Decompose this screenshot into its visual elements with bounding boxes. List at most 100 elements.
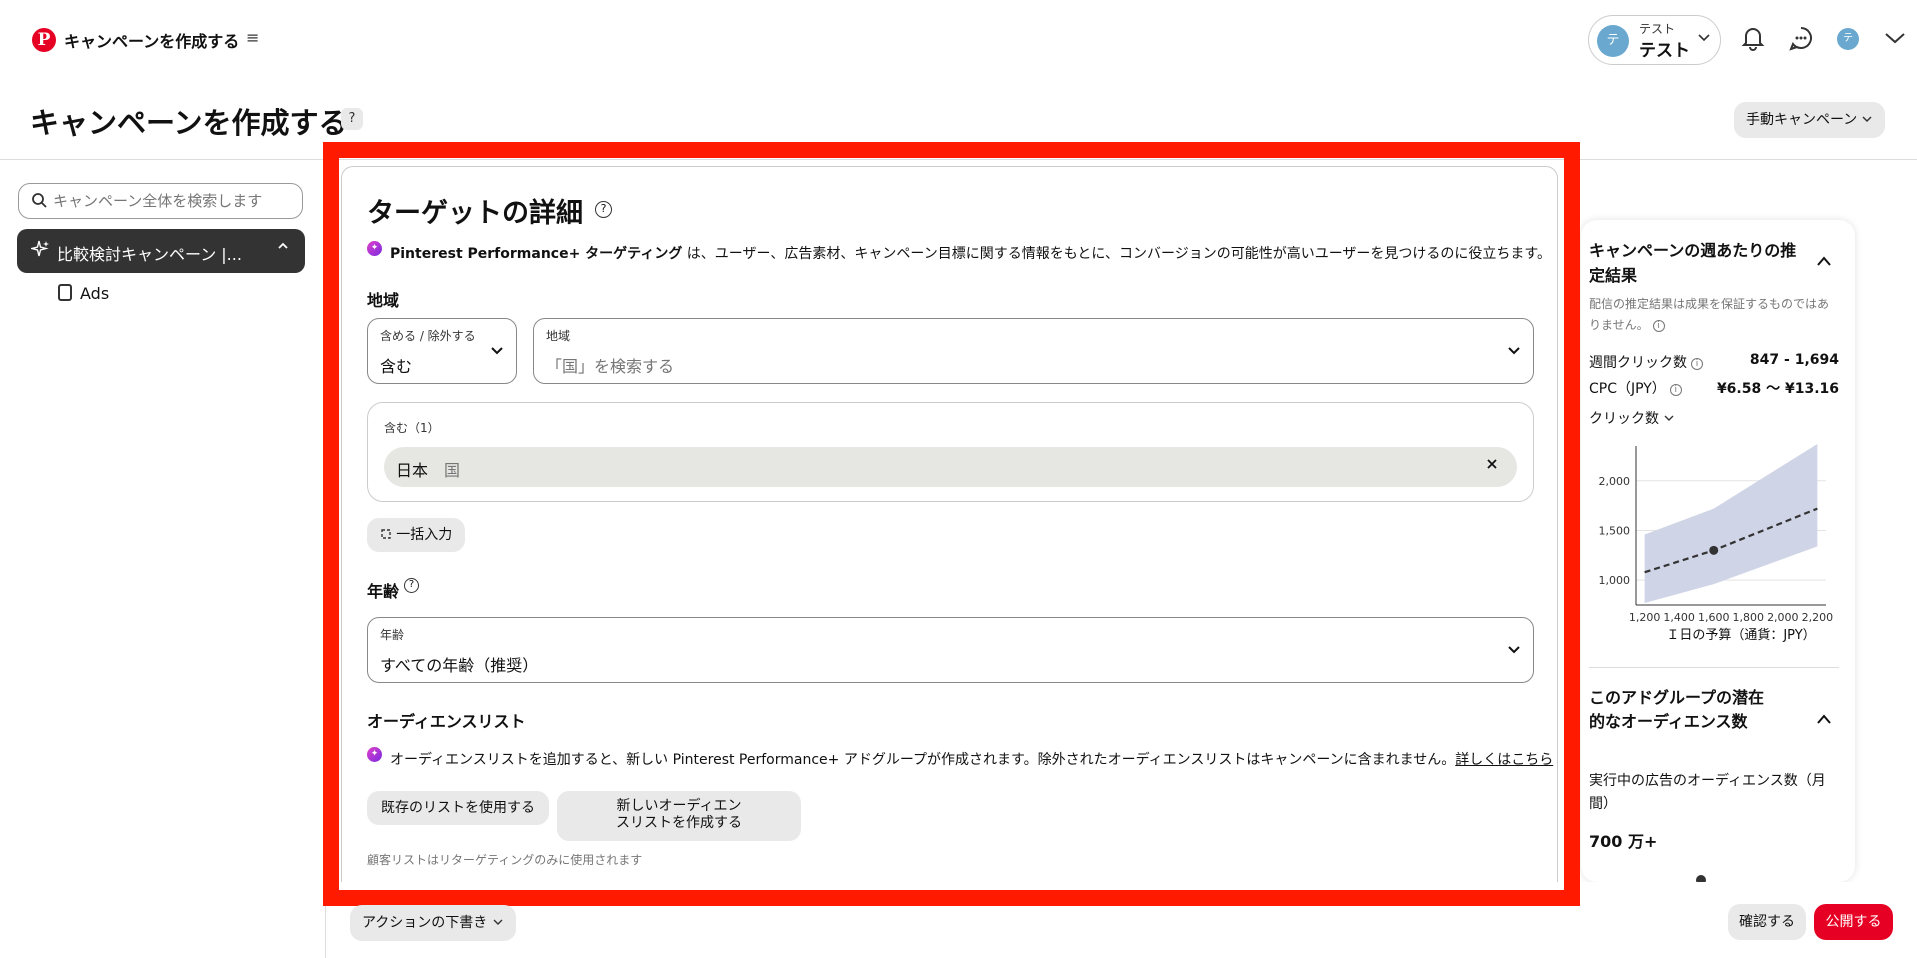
chevron-down-icon xyxy=(1697,30,1711,48)
sidebar-item-campaign[interactable]: 比較検討キャンペーン |... xyxy=(17,229,305,273)
region-chip-name: 日本 xyxy=(396,461,429,480)
pinterest-logo-icon[interactable]: P xyxy=(32,28,56,52)
help-icon[interactable]: ? xyxy=(404,578,419,593)
cpc-label: CPC（JPY） i xyxy=(1589,378,1682,398)
metric-selector[interactable]: クリック数 xyxy=(1589,408,1675,428)
use-existing-list-button[interactable]: 既存のリストを使用する xyxy=(367,791,549,825)
info-icon[interactable]: i xyxy=(1652,320,1665,332)
campaign-mode-dropdown[interactable]: 手動キャンペーン xyxy=(1734,102,1885,138)
chevron-down-icon xyxy=(1663,411,1675,427)
bulk-input-button[interactable]: 一括入力 xyxy=(367,518,465,552)
action-draft-label: アクションの下書き xyxy=(362,915,488,931)
age-select[interactable]: 年齢 すべての年齢（推奨） xyxy=(367,617,1534,683)
x-tick-label: 1,800 xyxy=(1733,611,1765,624)
weekly-clicks-label-text: 週間クリック数 xyxy=(1589,355,1687,371)
performance-plus-icon: ✦ xyxy=(367,747,382,762)
age-field-label: 年齢 xyxy=(380,628,405,642)
audience-size-value: 700 万+ xyxy=(1589,832,1658,851)
y-tick-label: 1,500 xyxy=(1599,524,1631,537)
sidebar-divider xyxy=(325,160,326,958)
weekly-clicks-value: 847 - 1,694 xyxy=(1749,352,1839,368)
help-icon[interactable]: ? xyxy=(341,108,363,130)
age-value: すべての年齢（推奨） xyxy=(380,656,539,675)
card-divider xyxy=(1589,667,1839,668)
section-title: ターゲットの詳細 xyxy=(367,198,583,229)
audience-size-title: このアドグループの潜在的なオーディエンス数 xyxy=(1589,688,1765,731)
x-tick-label: 1,400 xyxy=(1663,611,1695,624)
learn-more-link[interactable]: 詳しくはこちら xyxy=(1455,752,1553,768)
bell-icon[interactable] xyxy=(1737,24,1769,56)
sidebar-item-campaign-label: 比較検討キャンペーン |... xyxy=(57,245,242,264)
info-icon[interactable]: i xyxy=(1669,384,1682,396)
include-exclude-value: 含む xyxy=(380,357,413,376)
x-tick-label: 1,600 xyxy=(1698,611,1730,624)
performance-plus-brand: Pinterest Performance+ ターゲティング xyxy=(390,246,683,262)
x-tick-label: 2,000 xyxy=(1767,611,1799,624)
campaign-search[interactable] xyxy=(18,183,303,219)
customer-list-note: 顧客リストはリターゲティングのみに使用されます xyxy=(367,853,643,867)
action-draft-dropdown[interactable]: アクションの下書き xyxy=(350,905,516,941)
chevron-down-icon xyxy=(1507,343,1521,361)
chevron-up-icon[interactable] xyxy=(1816,710,1832,729)
sidebar-item-ads-label: Ads xyxy=(80,284,110,303)
x-tick-label: 1,200 xyxy=(1629,611,1661,624)
include-exclude-label: 含める / 除外する xyxy=(380,329,476,343)
sparkle-icon xyxy=(29,239,51,264)
top-bar: P キャンペーンを作成する ≡ テ テスト テスト テ xyxy=(0,0,1917,78)
menu-icon[interactable]: ≡ xyxy=(246,28,259,47)
metric-selector-label: クリック数 xyxy=(1589,411,1659,427)
performance-plus-description: Pinterest Performance+ ターゲティング は、ユーザー、広告… xyxy=(390,243,1551,263)
region-chip-type: 国 xyxy=(444,461,461,480)
estimate-range-band xyxy=(1644,444,1818,604)
x-tick-label: 2,200 xyxy=(1802,611,1834,624)
confirm-button[interactable]: 確認する xyxy=(1728,904,1806,940)
region-search-select[interactable]: 地域 「国」を検索する xyxy=(533,318,1534,384)
search-icon xyxy=(31,192,47,212)
chevron-up-icon[interactable] xyxy=(277,240,289,256)
account-switcher[interactable]: テ テスト テスト xyxy=(1588,15,1721,65)
page-title: キャンペーンを作成する xyxy=(30,106,348,140)
search-input[interactable] xyxy=(53,186,293,216)
close-icon[interactable] xyxy=(1485,455,1499,476)
included-count-label: 含む（1） xyxy=(384,421,440,435)
chevron-down-icon xyxy=(1861,102,1873,138)
bulk-input-icon xyxy=(380,527,396,543)
current-budget-marker xyxy=(1709,545,1719,555)
x-axis-label: Ｉ日の予算（通貨：JPY） xyxy=(1666,627,1815,643)
performance-plus-icon: ✦ xyxy=(367,241,382,256)
include-exclude-select[interactable]: 含める / 除外する 含む xyxy=(367,318,517,384)
user-avatar[interactable]: テ xyxy=(1837,28,1859,50)
slider-handle[interactable] xyxy=(1696,875,1706,882)
estimates-card: キャンペーンの週あたりの推定結果 配信の推定結果は成果を保証するものではありませ… xyxy=(1581,220,1855,882)
audience-list-description: オーディエンスリストを追加すると、新しい Pinterest Performan… xyxy=(390,749,1553,769)
region-heading: 地域 xyxy=(367,291,400,310)
create-audience-list-label-line2: スリストを作成する xyxy=(616,815,742,831)
audience-size-label: 実行中の広告のオーディエンス数（月間） xyxy=(1589,773,1826,812)
ad-document-icon xyxy=(58,284,72,301)
app-title: キャンペーンを作成する xyxy=(64,32,240,51)
account-label: テスト xyxy=(1639,22,1676,36)
chevron-down-icon xyxy=(492,915,504,931)
message-icon[interactable] xyxy=(1785,24,1817,56)
account-avatar: テ xyxy=(1597,25,1629,57)
help-icon[interactable]: ? xyxy=(595,201,612,218)
sidebar-item-ads[interactable]: Ads xyxy=(58,284,109,308)
estimates-disclaimer-text: 配信の推定結果は成果を保証するものではありません。 xyxy=(1589,297,1830,332)
footer-bar xyxy=(326,882,1917,958)
create-audience-list-label-line1: 新しいオーディエン xyxy=(616,798,742,814)
region-field-label: 地域 xyxy=(546,329,571,343)
estimates-disclaimer: 配信の推定結果は成果を保証するものではありません。 i xyxy=(1589,294,1839,336)
y-tick-label: 1,000 xyxy=(1599,574,1631,587)
create-audience-list-button[interactable]: 新しいオーディエン スリストを作成する xyxy=(557,791,801,841)
header-divider xyxy=(0,159,1917,160)
account-menu-chevron-icon[interactable] xyxy=(1884,26,1906,51)
chevron-up-icon[interactable] xyxy=(1816,252,1832,271)
campaign-mode-label: 手動キャンペーン xyxy=(1746,112,1858,128)
cpc-value: ¥6.58 〜 ¥13.16 xyxy=(1716,381,1839,397)
included-regions-box: 含む（1） 日本 国 xyxy=(367,402,1534,502)
publish-button[interactable]: 公開する xyxy=(1814,904,1893,940)
info-icon[interactable]: i xyxy=(1691,358,1703,370)
region-chip: 日本 国 xyxy=(384,447,1517,487)
account-name: テスト xyxy=(1639,41,1690,61)
chevron-down-icon xyxy=(490,343,504,361)
